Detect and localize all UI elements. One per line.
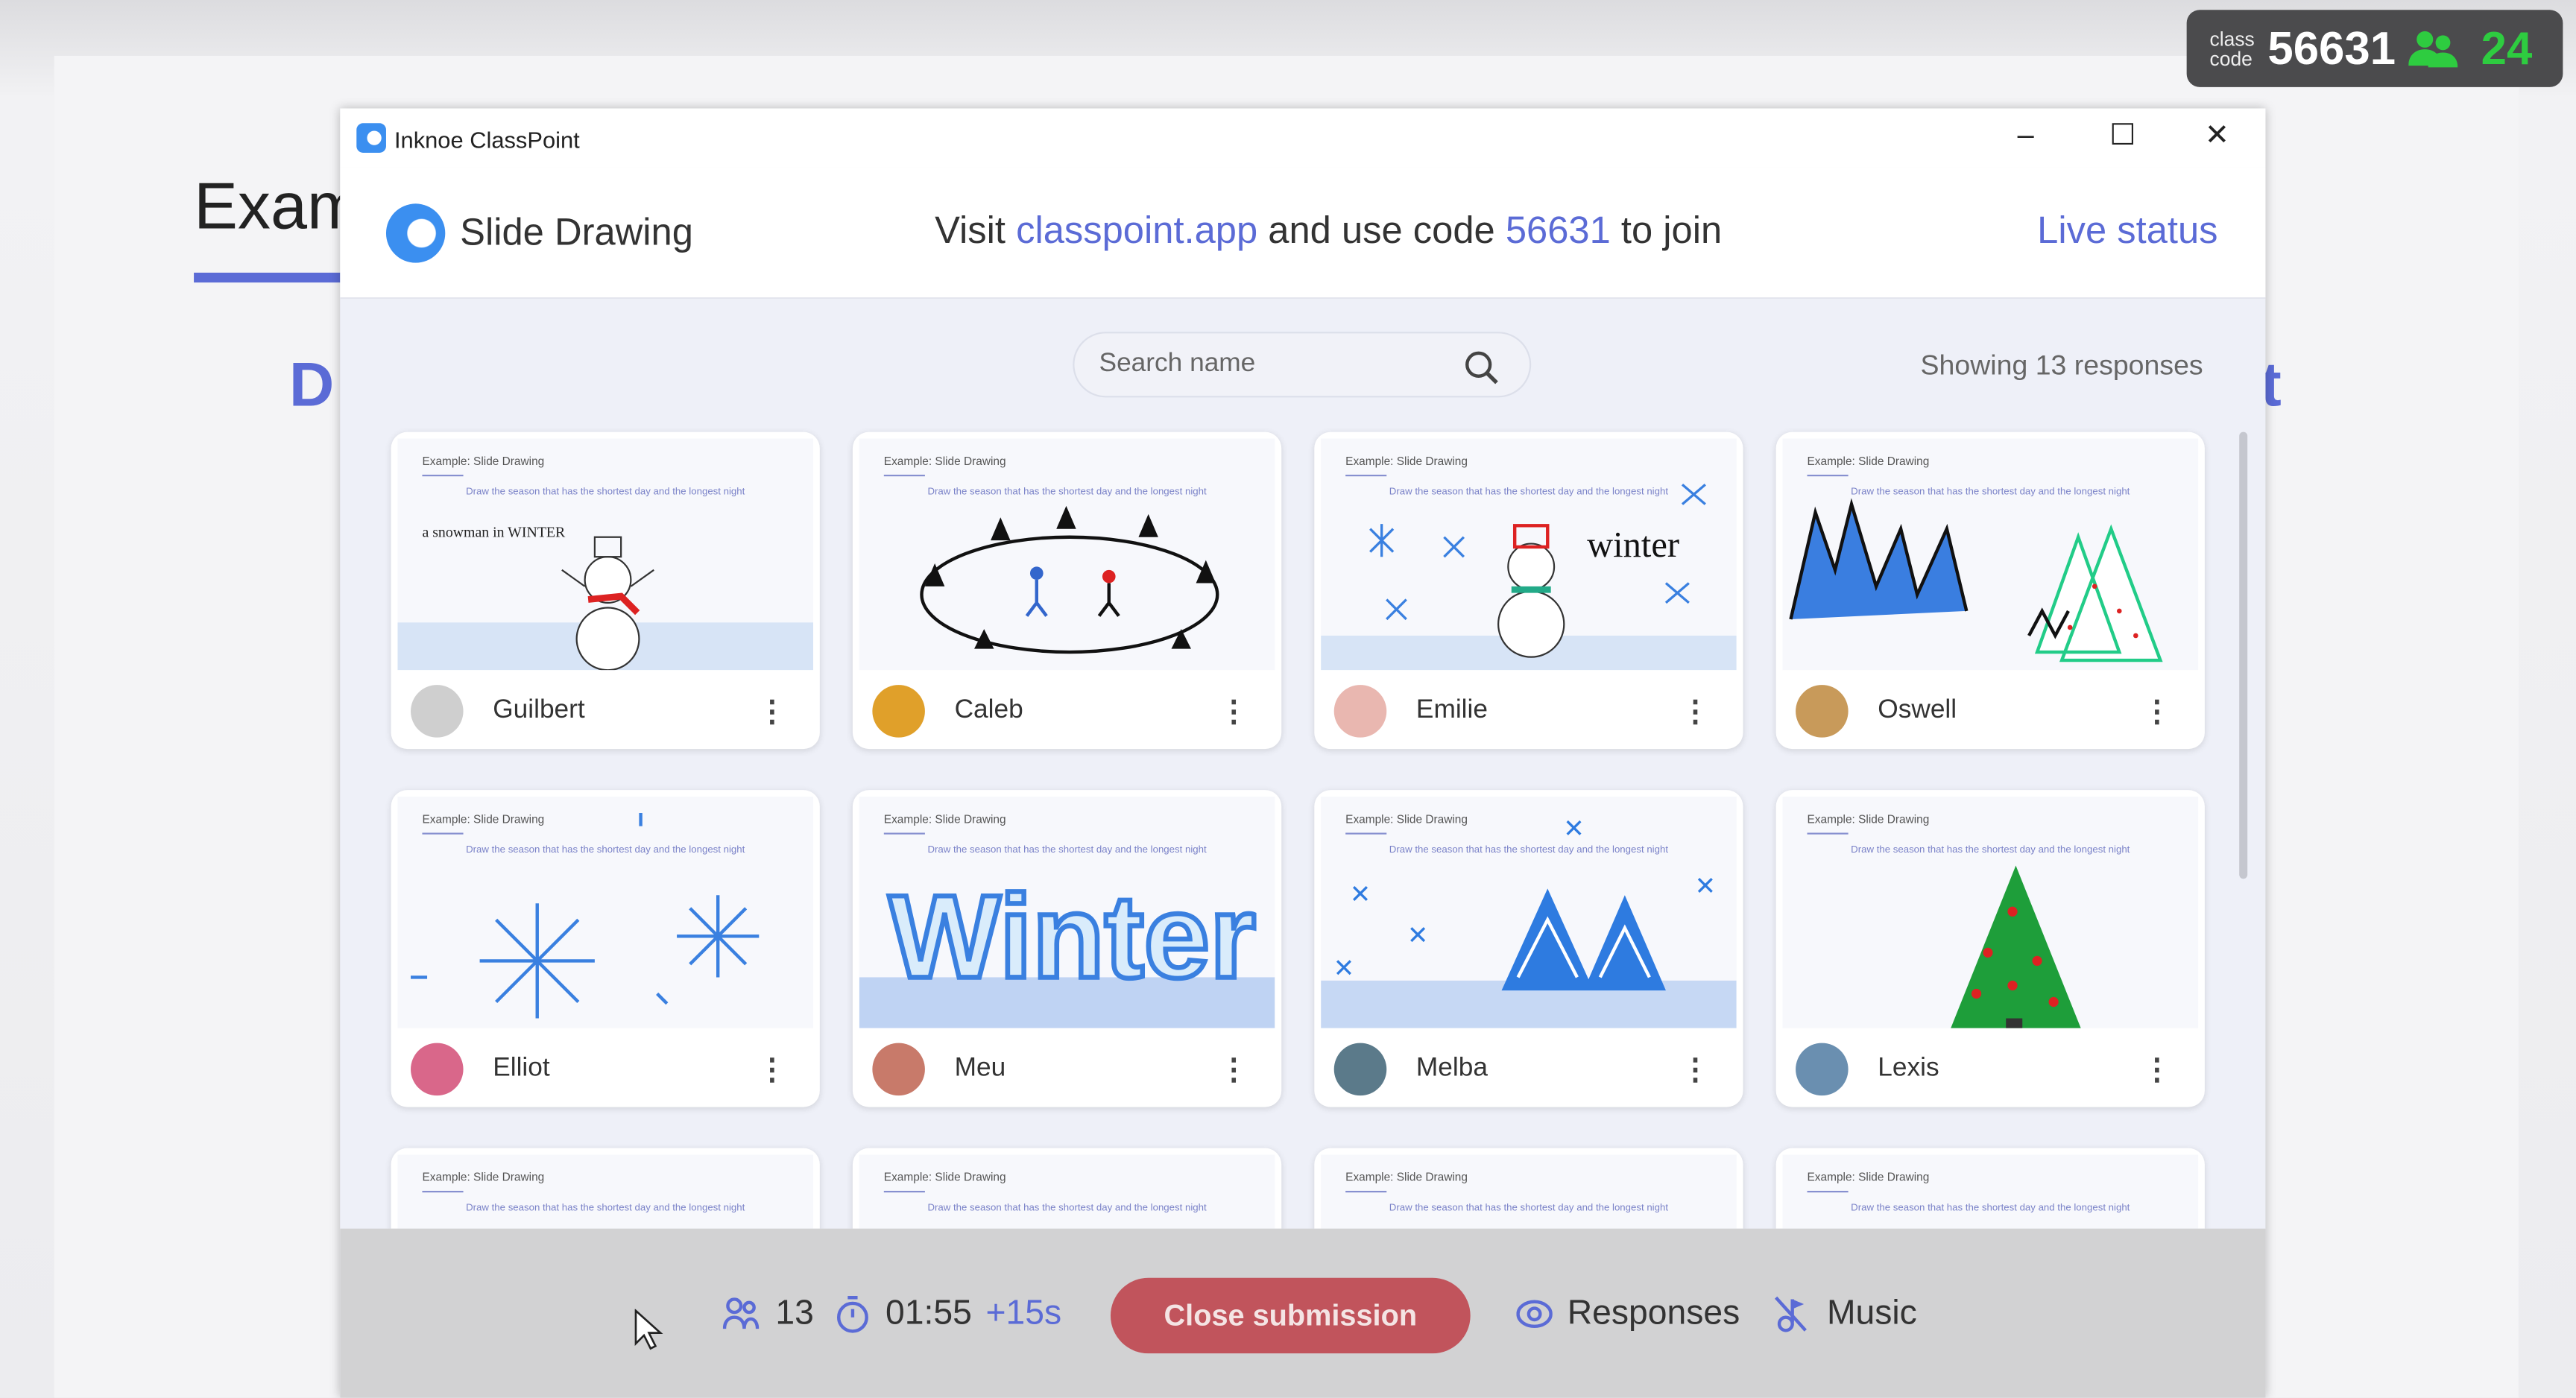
response-card[interactable]: Example: Slide Drawing Draw the season th…	[1775, 790, 2205, 1107]
student-name: Emilie	[1415, 696, 1488, 725]
drawing-thumbnail[interactable]: Example: Slide Drawing Draw the season th…	[397, 438, 814, 671]
drawing-thumbnail[interactable]: Example: Slide Drawing Draw the season th…	[859, 1154, 1275, 1229]
slide-text-fragment-left: D	[288, 351, 335, 421]
student-name: Elliot	[493, 1054, 550, 1083]
more-options-icon[interactable]: ⋮	[2142, 1054, 2172, 1084]
response-card[interactable]: Example: Slide Drawing Draw the season th…	[1314, 790, 1743, 1107]
more-options-icon[interactable]: ⋮	[757, 697, 787, 727]
student-drawing: Winter	[859, 867, 1275, 1028]
submission-count: 13	[775, 1293, 814, 1332]
music-toggle[interactable]: Music	[1827, 1294, 1917, 1333]
student-drawing	[1321, 1154, 1737, 1228]
participants-icon	[722, 1297, 760, 1329]
response-card[interactable]: Example: Slide Drawing Draw the season th…	[391, 431, 820, 750]
student-drawing	[1789, 498, 2163, 662]
drawing-thumbnail[interactable]: Example: Slide Drawing Draw the season th…	[1321, 796, 1737, 1028]
response-grid: Example: Slide Drawing Draw the season th…	[340, 108, 2265, 1229]
response-card[interactable]: Example: Slide Drawing Draw the season th…	[852, 431, 1282, 750]
drawing-thumbnail[interactable]: Example: Slide Drawing Draw the season th…	[859, 438, 1275, 671]
drawing-thumbnail[interactable]: Example: Slide Drawing Draw the season th…	[1782, 438, 2199, 671]
avatar	[1333, 1043, 1387, 1096]
close-submission-button[interactable]: Close submission	[1110, 1277, 1471, 1354]
more-options-icon[interactable]: ⋮	[757, 1054, 787, 1084]
svg-text:a snowman in WINTER: a snowman in WINTER	[422, 525, 566, 541]
drawing-thumbnail[interactable]: Example: Slide Drawing Draw the season th…	[1321, 438, 1737, 671]
classpoint-window: Inknoe ClassPoint – ☐ ✕ Slide Drawing Vi…	[340, 108, 2266, 1398]
student-drawing	[1951, 865, 2081, 1028]
timer-icon	[836, 1294, 868, 1332]
card-footer: Caleb ⋮	[853, 674, 1281, 749]
drawing-thumbnail[interactable]: Example: Slide Drawing Draw the season th…	[1782, 796, 2199, 1028]
drawing-thumbnail[interactable]: Example: Slide Drawing Draw the season th…	[1782, 1154, 2199, 1229]
student-drawing	[397, 1154, 813, 1228]
svg-text:winter: winter	[1587, 525, 1679, 565]
card-footer: Oswell ⋮	[1776, 674, 2205, 749]
drawing-thumbnail[interactable]: Example: Slide Drawing Draw the season th…	[859, 796, 1275, 1028]
card-footer: Elliot ⋮	[391, 1031, 820, 1107]
avatar	[411, 685, 464, 738]
svg-text:Winter: Winter	[888, 870, 1255, 1002]
student-drawing	[1321, 820, 1737, 1028]
card-footer: Meu ⋮	[853, 1031, 1281, 1107]
class-code-label: class code	[2209, 27, 2255, 70]
response-card[interactable]: Example: Slide Drawing Draw the season th…	[1314, 431, 1743, 750]
mouse-cursor-icon	[634, 1309, 663, 1350]
more-options-icon[interactable]: ⋮	[2142, 697, 2172, 727]
drawing-thumbnail[interactable]: Example: Slide Drawing Draw the season th…	[397, 796, 814, 1028]
avatar	[872, 685, 925, 738]
student-name: Guilbert	[493, 696, 585, 725]
responses-toggle[interactable]: Responses	[1568, 1294, 1740, 1333]
card-footer: Guilbert ⋮	[391, 674, 820, 749]
timer-value: 01:55	[886, 1293, 972, 1332]
response-card[interactable]: Example: Slide Drawing Draw the season th…	[1775, 431, 2205, 750]
participants-icon	[2408, 30, 2458, 67]
avatar	[1333, 685, 1387, 738]
more-options-icon[interactable]: ⋮	[1681, 697, 1711, 727]
response-card[interactable]: Example: Slide Drawing Draw the season th…	[391, 790, 820, 1107]
card-footer: Melba ⋮	[1314, 1031, 1743, 1107]
student-drawing: a snowman in WINTER	[397, 525, 814, 671]
eye-icon[interactable]	[1516, 1298, 1553, 1328]
card-footer: Lexis ⋮	[1776, 1031, 2205, 1107]
extend-time-button[interactable]: +15s	[985, 1294, 1061, 1333]
class-code-badge: class code 56631 24	[2186, 10, 2563, 87]
student-drawing	[1782, 1154, 2198, 1228]
response-card[interactable]: Example: Slide Drawing Draw the season th…	[1775, 1148, 2205, 1229]
response-card[interactable]: Example: Slide Drawing Draw the season th…	[1314, 1148, 1743, 1229]
screen: Exam D t class code 56631 24 Inknoe Class…	[0, 0, 2576, 1398]
scrollbar[interactable]	[2239, 431, 2248, 879]
student-drawing	[859, 1154, 1275, 1228]
student-name: Caleb	[954, 696, 1023, 725]
response-card[interactable]: Example: Slide Drawing Draw the season th…	[391, 1148, 820, 1229]
card-footer: Emilie ⋮	[1314, 674, 1743, 749]
participant-count: 24	[2481, 22, 2533, 74]
avatar	[872, 1043, 925, 1096]
drawing-thumbnail[interactable]: Example: Slide Drawing Draw the season th…	[1321, 1154, 1737, 1229]
slide-title-fragment: Exam	[194, 171, 362, 244]
music-off-icon[interactable]	[1772, 1294, 1808, 1333]
footer-bar: 13 01:55 +15s Close submission Responses…	[340, 1228, 2266, 1398]
avatar	[1796, 1043, 1849, 1096]
response-card[interactable]: Example: Slide Drawing Draw the season th…	[852, 790, 1282, 1107]
more-options-icon[interactable]: ⋮	[1219, 1054, 1248, 1084]
avatar	[411, 1043, 464, 1096]
student-drawing	[920, 505, 1219, 654]
avatar	[1796, 685, 1849, 738]
response-card[interactable]: Example: Slide Drawing Draw the season th…	[852, 1148, 1282, 1229]
student-name: Oswell	[1878, 696, 1957, 725]
student-drawing: winter	[1321, 483, 1737, 671]
student-drawing	[411, 813, 760, 1019]
student-name: Meu	[954, 1054, 1006, 1083]
class-code: 56631	[2267, 22, 2396, 74]
student-name: Melba	[1415, 1054, 1488, 1083]
drawing-thumbnail[interactable]: Example: Slide Drawing Draw the season th…	[397, 1154, 814, 1229]
more-options-icon[interactable]: ⋮	[1681, 1054, 1711, 1084]
student-name: Lexis	[1878, 1054, 1939, 1083]
slide-title-underline	[194, 272, 345, 283]
more-options-icon[interactable]: ⋮	[1219, 697, 1248, 727]
